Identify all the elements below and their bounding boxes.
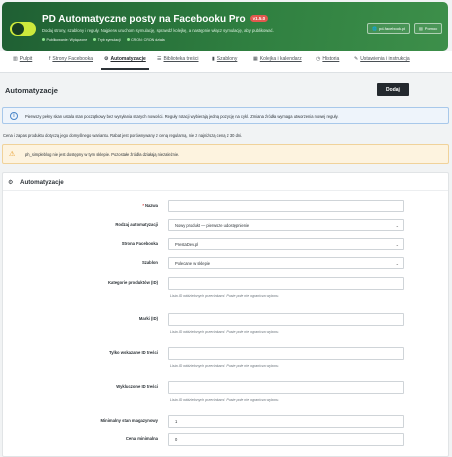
min-price-label: Cena minimalna <box>125 436 158 441</box>
status-simulation-label: Tryb symulacji <box>97 38 121 42</box>
info-alert-text: Pierwszy pełny skan ustala stan początko… <box>25 114 339 119</box>
status-publishing-label: Publikowanie: Wyłączone <box>46 38 88 42</box>
module-subtitle: Dodaj strony, szablony i reguły. Najpier… <box>42 28 274 33</box>
excluded-ids-hint: Lista ID oddzielonych przecinkami. Puste… <box>170 398 280 402</box>
chart-icon: ▥ <box>13 56 18 62</box>
calendar-icon: ▦ <box>253 56 258 62</box>
status-dot-icon <box>93 38 97 41</box>
globe-icon: 🌐 <box>372 26 377 31</box>
status-cron-label: CRON: CRON działa <box>131 38 165 42</box>
info-icon: i <box>10 112 18 120</box>
warning-alert: ⚠ ph_simpleblog nie jest dostępny w tym … <box>2 144 449 164</box>
name-label-text: Nazwa <box>144 203 158 208</box>
categories-hint: Lista ID oddzielonych przecinkami. Puste… <box>170 294 280 298</box>
tab-queue-calendar-label: Kolejka i kalendarz <box>259 56 302 62</box>
type-select-value: Nowy produkt — pierwsze udostępnienie <box>175 222 250 228</box>
only-ids-hint: Lista ID oddzielonych przecinkami. Puste… <box>170 364 280 368</box>
module-title: PD Automatyczne posty na Facebooku Pro v1… <box>42 14 269 25</box>
book-icon: ▤ <box>419 26 423 31</box>
status-dot-icon <box>126 38 130 41</box>
history-icon: ◷ <box>316 56 321 62</box>
website-button-label: pd-facebook.pl <box>378 26 406 31</box>
tab-bar: ▥ Pulpit f Strony Facebooka ⚙ Automatyzacje… <box>0 51 452 73</box>
min-stock-input[interactable]: 1 <box>168 415 404 428</box>
info-alert: i Pierwszy pełny skan ustala stan począt… <box>2 107 449 124</box>
template-select[interactable]: Polecane w sklepie ⌄ <box>168 257 404 269</box>
page-label: Strona Facebooka <box>121 241 158 246</box>
page-select-value: PrestaDev.pl <box>175 241 199 247</box>
status-simulation: Tryb symulacji <box>93 38 121 42</box>
file-icon: ▮ <box>212 56 215 62</box>
tab-facebook-pages-label: Strony Facebooka <box>52 56 93 62</box>
status-dot-icon <box>42 38 45 41</box>
automation-form-card: ⚙ Automatyzacje *Nazwa Rodzaj automatyza… <box>2 172 449 457</box>
cogs-icon: ⚙ <box>8 180 14 186</box>
only-ids-input[interactable] <box>168 347 404 360</box>
type-select[interactable]: Nowy produkt — pierwsze udostępnienie ⌄ <box>168 219 404 231</box>
page-select[interactable]: PrestaDev.pl ⌄ <box>168 238 404 250</box>
tab-settings-label: Ustawienia i instrukcja <box>360 56 410 62</box>
list-icon: ☰ <box>157 56 162 62</box>
tab-history-label: Historia <box>322 56 340 62</box>
tab-dashboard[interactable]: ▥ Pulpit <box>13 56 32 62</box>
categories-input[interactable] <box>168 277 404 290</box>
tab-templates[interactable]: ▮ Szablony <box>212 56 237 62</box>
help-button-label: Pomoc <box>424 26 438 31</box>
required-marker: * <box>142 203 144 208</box>
chevron-down-icon: ⌄ <box>395 261 399 266</box>
tab-history[interactable]: ◷ Historia <box>316 56 339 62</box>
active-tab-indicator <box>101 68 149 70</box>
brands-label: Marki (ID) <box>138 316 158 321</box>
add-button[interactable]: Dodaj <box>377 83 409 96</box>
module-header: PD Automatyczne posty na Facebooku Pro v1… <box>2 2 448 51</box>
tab-content-library-label: Biblioteka treści <box>163 56 199 62</box>
warning-alert-text: ph_simpleblog nie jest dostępny w tym sk… <box>25 152 180 157</box>
wrench-icon: ✎ <box>354 56 359 62</box>
tab-settings[interactable]: ✎ Ustawienia i instrukcja <box>354 56 410 62</box>
brands-hint: Lista ID oddzielonych przecinkami. Puste… <box>170 330 280 334</box>
tab-automations[interactable]: ⚙ Automatyzacje <box>104 56 146 62</box>
only-ids-label: Tylko wskazane ID treści <box>108 350 158 355</box>
pricing-note: Cena i zapas produktu dotyczą jego domyś… <box>3 133 243 138</box>
brands-input[interactable] <box>168 313 404 326</box>
help-button[interactable]: ▤ Pomoc <box>414 23 443 34</box>
type-label: Rodzaj automatyzacji <box>115 222 158 227</box>
version-badge: v1.5.0 <box>249 15 269 22</box>
toggle-logo-icon <box>10 22 36 36</box>
page-toolbar: Automatyzacje Dodaj <box>0 80 452 102</box>
min-stock-label: Minimalny stan magazynowy <box>100 418 158 423</box>
categories-label: Kategorie produktów (ID) <box>107 280 158 285</box>
tab-dashboard-label: Pulpit <box>19 56 33 62</box>
facebook-icon: f <box>49 56 51 62</box>
tab-templates-label: Szablony <box>216 56 238 62</box>
cogs-icon: ⚙ <box>104 56 109 62</box>
min-price-input[interactable]: 0 <box>168 433 404 446</box>
card-header: ⚙ Automatyzacje <box>3 173 448 191</box>
tab-content-library[interactable]: ☰ Biblioteka treści <box>157 56 199 62</box>
template-label: Szablon <box>141 260 158 265</box>
chevron-down-icon: ⌄ <box>395 242 399 247</box>
excluded-ids-input[interactable] <box>168 381 404 394</box>
status-cron: CRON: CRON działa <box>126 38 165 42</box>
excluded-ids-label: Wykluczone ID treści <box>116 384 158 389</box>
website-button[interactable]: 🌐 pd-facebook.pl <box>367 23 411 34</box>
module-title-text: PD Automatyczne posty na Facebooku Pro <box>42 14 246 25</box>
page-title: Automatyzacje <box>5 86 58 95</box>
status-publishing: Publikowanie: Wyłączone <box>42 38 87 42</box>
name-label: *Nazwa <box>142 203 158 208</box>
warning-icon: ⚠ <box>9 151 16 158</box>
template-select-value: Polecane w sklepie <box>175 260 211 266</box>
chevron-down-icon: ⌄ <box>395 223 399 228</box>
card-title: Automatyzacje <box>20 179 64 186</box>
name-input[interactable] <box>168 200 404 212</box>
tab-facebook-pages[interactable]: f Strony Facebooka <box>49 56 93 62</box>
tab-automations-label: Automatyzacje <box>110 56 146 62</box>
status-line: Publikowanie: Wyłączone Tryb symulacji C… <box>42 38 170 42</box>
tab-queue-calendar[interactable]: ▦ Kolejka i kalendarz <box>253 56 302 62</box>
